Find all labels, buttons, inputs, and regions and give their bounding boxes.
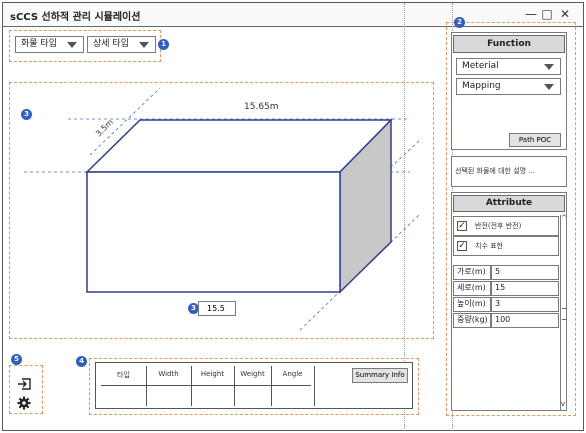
scroll-down-icon[interactable]: v	[561, 400, 565, 408]
length-label: 세로(m)	[453, 281, 491, 296]
description-text: 선택된 화물에 대한 설명 ...	[455, 167, 535, 175]
width-label: 가로(m)	[453, 265, 491, 280]
summary-info-button[interactable]: Summary Info	[352, 368, 408, 383]
material-value: Meterial	[462, 61, 499, 71]
length-dimension-label: 15.65m	[244, 102, 279, 112]
column-header-weight: Weight	[240, 370, 265, 378]
value-input[interactable]: 15.5	[198, 301, 236, 316]
badge-5: 5	[11, 354, 22, 365]
badge-2: 2	[454, 17, 465, 28]
flip-label: 반전(전후 반전)	[475, 222, 522, 230]
chevron-down-icon	[544, 84, 554, 90]
length-field[interactable]: 15	[491, 281, 559, 296]
import-icon[interactable]	[17, 378, 31, 390]
attribute-header: Attribute	[453, 195, 565, 212]
path-poc-button[interactable]: Path POC	[509, 133, 561, 147]
column-header-width: Width	[158, 370, 179, 378]
cargo-front-face	[86, 171, 341, 293]
dimension-label: 치수 표현	[475, 242, 503, 250]
mapping-select[interactable]: Mapping	[456, 78, 561, 95]
badge-4: 4	[76, 356, 87, 367]
check-row-dimension[interactable]	[453, 236, 559, 256]
material-select[interactable]: Meterial	[456, 58, 561, 75]
cargo-top-face	[85, 119, 393, 173]
scroll-thumb[interactable]	[562, 308, 567, 320]
width-field[interactable]: 5	[491, 265, 559, 280]
weight-label: 중량(kg)	[453, 313, 491, 328]
table-header-divider	[101, 385, 311, 386]
mapping-value: Mapping	[462, 81, 501, 91]
column-divider	[314, 366, 315, 406]
height-field[interactable]: 3	[491, 297, 559, 312]
column-header-type: 타입	[117, 371, 130, 379]
height-label: 높이(m)	[453, 297, 491, 312]
dimension-checkbox[interactable]: ✓	[457, 241, 467, 251]
weight-field[interactable]: 100	[491, 313, 559, 328]
flip-checkbox[interactable]: ✓	[457, 221, 467, 231]
column-header-height: Height	[200, 370, 225, 378]
gear-icon[interactable]	[17, 396, 31, 410]
scroll-up-icon[interactable]: ^	[561, 214, 567, 222]
function-header: Function	[453, 35, 565, 53]
column-header-angle: Angle	[282, 370, 303, 378]
chevron-down-icon	[544, 64, 554, 70]
